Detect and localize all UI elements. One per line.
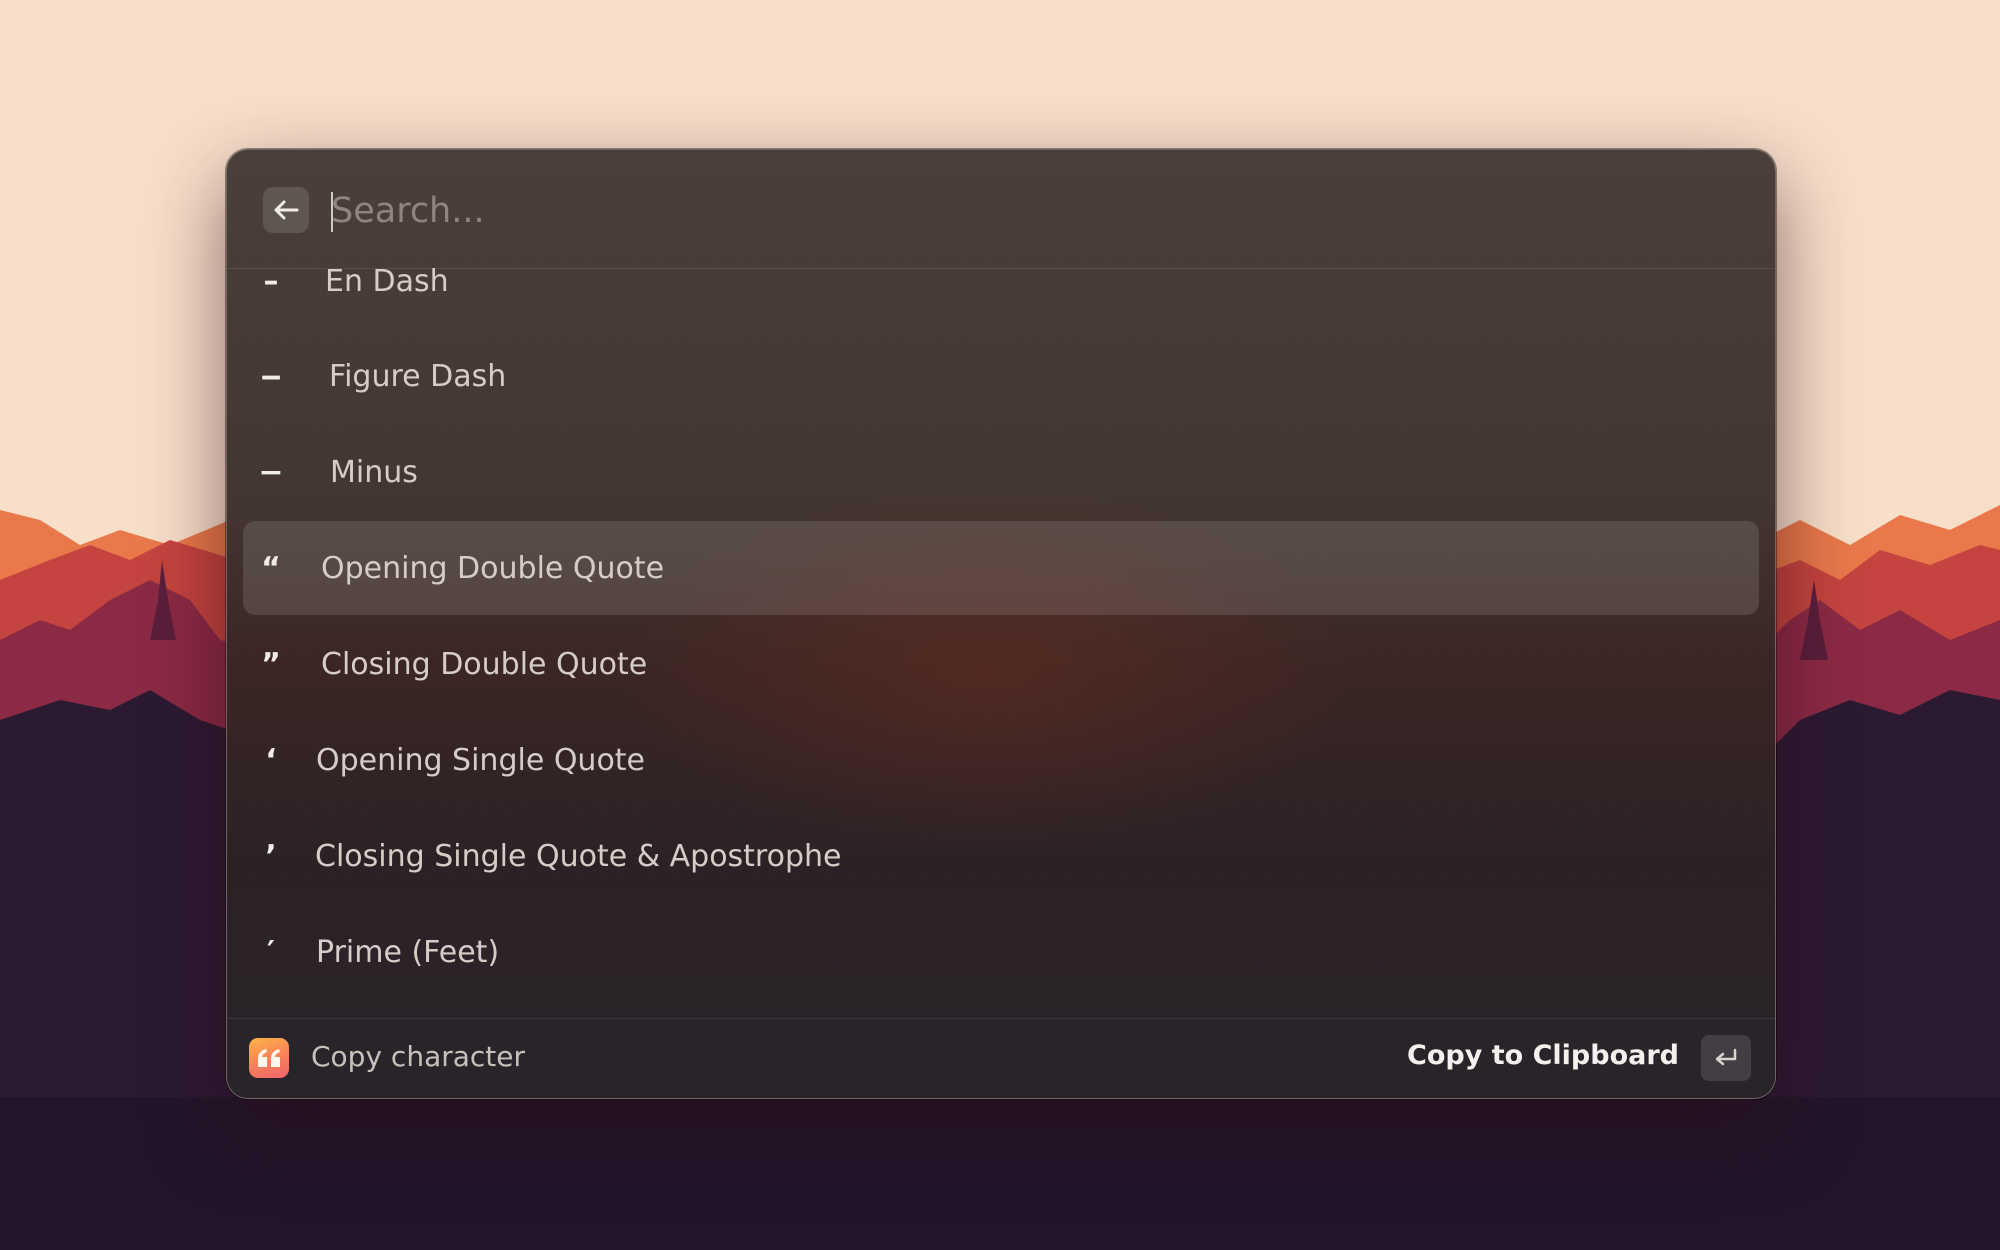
character-glyph: − xyxy=(258,454,284,490)
search-input[interactable] xyxy=(329,180,1733,242)
character-glyph: ′ xyxy=(267,934,275,970)
arrow-left-icon xyxy=(274,200,299,220)
quote-icon xyxy=(249,1038,289,1078)
character-glyph: ” xyxy=(261,646,281,682)
list-item[interactable]: – En Dash xyxy=(243,268,1759,328)
list-item[interactable]: ’ Closing Single Quote & Apostrophe xyxy=(243,809,1759,903)
list-item-label: Opening Double Quote xyxy=(321,550,665,586)
list-item[interactable]: ‒ Figure Dash xyxy=(243,329,1759,423)
list-item-label: En Dash xyxy=(325,268,449,299)
list-item[interactable]: ′ Prime (Feet) xyxy=(243,905,1759,999)
text-caret xyxy=(331,192,333,232)
character-glyph: “ xyxy=(261,550,281,586)
character-glyph: ’ xyxy=(265,838,277,874)
return-key-icon[interactable] xyxy=(1701,1035,1751,1081)
list-item-label: Minus xyxy=(330,454,418,490)
action-bar: Copy character Copy to Clipboard xyxy=(227,1018,1775,1098)
list-item[interactable]: ‘ Opening Single Quote xyxy=(243,713,1759,807)
character-glyph: – xyxy=(263,268,279,299)
list-item[interactable]: − Minus xyxy=(243,425,1759,519)
list-item-selected[interactable]: “ Opening Double Quote xyxy=(243,521,1759,615)
back-button[interactable] xyxy=(263,187,309,233)
extension-title: Copy character xyxy=(311,1040,526,1073)
search-bar xyxy=(227,150,1775,269)
list-item[interactable]: ” Closing Double Quote xyxy=(243,617,1759,711)
list-item-label: Closing Single Quote & Apostrophe xyxy=(315,838,842,874)
character-glyph: ‘ xyxy=(265,742,277,778)
list-item-label: Prime (Feet) xyxy=(316,934,500,970)
character-glyph: ‒ xyxy=(260,358,282,394)
list-item-label: Figure Dash xyxy=(329,358,507,394)
launcher-window: – En Dash ‒ Figure Dash − Minus “ Openin… xyxy=(226,149,1776,1099)
list-item-label: Opening Single Quote xyxy=(316,742,646,778)
list-item-label: Closing Double Quote xyxy=(321,646,648,682)
character-list: – En Dash ‒ Figure Dash − Minus “ Openin… xyxy=(227,268,1775,1018)
copy-to-clipboard-button[interactable]: Copy to Clipboard xyxy=(1407,1040,1679,1071)
